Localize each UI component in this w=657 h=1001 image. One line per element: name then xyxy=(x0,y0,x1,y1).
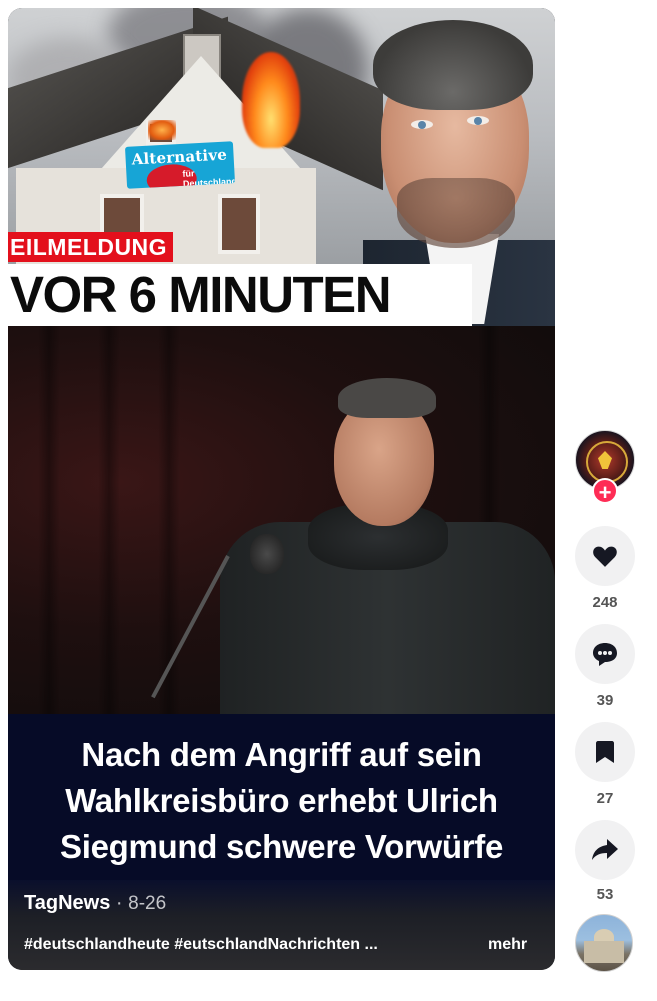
follow-button[interactable]: + xyxy=(592,478,618,505)
comment-count: 39 xyxy=(596,692,614,709)
house-window xyxy=(218,194,260,254)
curtain-fold xyxy=(98,326,120,716)
curtain-fold xyxy=(158,326,180,716)
share-button[interactable] xyxy=(575,820,635,880)
caption-line: Siegmund schwere Vorwürfe xyxy=(60,828,503,865)
fire-flame xyxy=(242,52,300,148)
author-name[interactable]: TagNews xyxy=(24,892,110,914)
hair xyxy=(338,378,436,418)
hair xyxy=(373,20,533,110)
video-caption-box: Nach dem Angriff auf sein Wahlkreisbüro … xyxy=(8,714,555,888)
post-description[interactable]: #deutschlandheute #eutschlandNachrichten… xyxy=(24,936,424,954)
video-frame-speaker xyxy=(8,326,555,716)
breaking-news-label: EILMELDUNG xyxy=(8,232,174,262)
video-caption: Nach dem Angriff auf sein Wahlkreisbüro … xyxy=(8,732,555,870)
beard xyxy=(397,178,515,248)
author-line: TagNews · 8-26 xyxy=(24,892,166,915)
curtain-fold xyxy=(38,326,60,716)
eye xyxy=(467,116,489,125)
heart-icon xyxy=(593,546,617,567)
bookmark-icon xyxy=(596,741,614,763)
video-player[interactable]: Alternative für Deutschland EILMELDUNG V… xyxy=(8,8,555,970)
post-date: 8-26 xyxy=(128,893,167,914)
comment-icon xyxy=(593,643,617,666)
video-thumbnail-graphic: Alternative für Deutschland EILMELDUNG V… xyxy=(8,8,555,326)
building xyxy=(584,941,624,963)
share-icon xyxy=(592,839,618,860)
bookmark-count: 27 xyxy=(596,790,614,807)
like-count: 248 xyxy=(592,594,618,611)
eye xyxy=(411,120,433,129)
afd-banner: Alternative für Deutschland xyxy=(124,141,236,189)
music-disc-avatar[interactable] xyxy=(575,914,633,972)
share-count: 53 xyxy=(596,886,614,903)
microphone xyxy=(250,534,284,574)
fire-flame xyxy=(148,120,176,140)
separator: · xyxy=(115,892,123,914)
like-button[interactable] xyxy=(575,526,635,586)
comment-button[interactable] xyxy=(575,624,635,684)
bookmark-button[interactable] xyxy=(575,722,635,782)
banner-text: Alternative xyxy=(131,145,228,169)
headline-banner: VOR 6 MINUTEN xyxy=(8,264,472,326)
more-button[interactable]: mehr xyxy=(488,936,527,954)
caption-line: Nach dem Angriff auf sein xyxy=(81,736,482,773)
author-avatar-group: + xyxy=(575,430,635,505)
caption-line: Wahlkreisbüro erhebt Ulrich xyxy=(65,782,498,819)
